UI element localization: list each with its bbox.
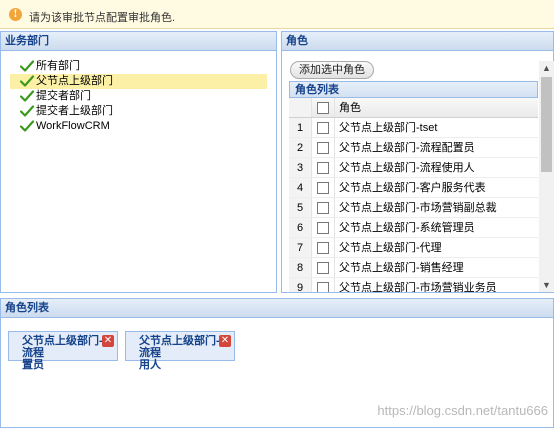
role-grid-title: 角色列表 bbox=[289, 81, 538, 98]
row-checkbox[interactable] bbox=[312, 158, 335, 177]
row-number: 2 bbox=[289, 138, 312, 157]
role-name: 父节点上级部门-流程使用人 bbox=[339, 162, 475, 174]
role-name: 父节点上级部门-市场营销副总裁 bbox=[339, 202, 497, 214]
table-row[interactable]: 5 父节点上级部门-市场营销副总裁 bbox=[289, 198, 538, 218]
row-number: 9 bbox=[289, 278, 312, 292]
table-row[interactable]: 1 父节点上级部门-tset bbox=[289, 118, 538, 138]
role-name: 父节点上级部门-销售经理 bbox=[339, 262, 464, 274]
table-row[interactable]: 9 父节点上级部门-市场营销业务员 bbox=[289, 278, 538, 292]
role-name: 父节点上级部门-代理 bbox=[339, 242, 442, 254]
row-number: 1 bbox=[289, 118, 312, 137]
role-name: 父节点上级部门-tset bbox=[339, 122, 438, 134]
table-row[interactable]: 8 父节点上级部门-销售经理 bbox=[289, 258, 538, 278]
role-grid-scrollbar[interactable]: ▲ ▼ bbox=[539, 61, 554, 292]
close-icon[interactable]: ✕ bbox=[219, 335, 231, 347]
row-checkbox[interactable] bbox=[312, 258, 335, 277]
table-row[interactable]: 3 父节点上级部门-流程使用人 bbox=[289, 158, 538, 178]
row-checkbox[interactable] bbox=[312, 178, 335, 197]
table-row[interactable]: 2 父节点上级部门-流程配置员 bbox=[289, 138, 538, 158]
select-all-checkbox[interactable] bbox=[312, 98, 335, 117]
tree-node-label: 提交者上级部门 bbox=[36, 105, 113, 117]
tip-message: 请为该审批节点配置审批角色. bbox=[29, 12, 176, 24]
tree-node[interactable]: 提交者上级部门 bbox=[20, 104, 267, 119]
tree-node-label: 所有部门 bbox=[36, 60, 80, 72]
role-chip-label: 父节点上级部门-流程 bbox=[22, 335, 103, 359]
tree-node[interactable]: 父节点上级部门 bbox=[10, 74, 267, 89]
role-grid-body: 1 父节点上级部门-tset 2 父节点上级部门-流程配置员 3 父节点上级部门-流程使用… bbox=[289, 118, 538, 292]
department-panel-title: 业务部门 bbox=[1, 32, 276, 51]
role-list-panel-title: 角色列表 bbox=[1, 299, 553, 318]
scroll-down-icon[interactable]: ▼ bbox=[539, 278, 554, 292]
role-chip-label: 置员 bbox=[22, 359, 44, 371]
row-number: 7 bbox=[289, 238, 312, 257]
info-icon: ! bbox=[9, 8, 22, 21]
role-name: 父节点上级部门-客户服务代表 bbox=[339, 182, 486, 194]
role-name: 父节点上级部门-流程配置员 bbox=[339, 142, 475, 154]
row-checkbox[interactable] bbox=[312, 138, 335, 157]
role-panel-title: 角色 bbox=[282, 32, 553, 51]
tip-bar: ! 请为该审批节点配置审批角色. bbox=[0, 0, 554, 29]
checkmark-icon bbox=[20, 105, 34, 117]
role-chip: 父节点上级部门-流程 置员 ✕ bbox=[8, 331, 118, 371]
department-tree: 所有部门父节点上级部门 提交者部门提交者上级部门 WorkFlowCRM bbox=[10, 59, 267, 134]
role-grid-header: 角色 bbox=[289, 98, 538, 118]
role-name: 父节点上级部门-系统管理员 bbox=[339, 222, 475, 234]
add-selected-roles-button[interactable]: 添加选中角色 bbox=[290, 61, 374, 79]
row-number: 5 bbox=[289, 198, 312, 217]
tree-node[interactable]: WorkFlowCRM bbox=[20, 119, 267, 134]
checkmark-icon bbox=[20, 90, 34, 102]
role-grid: 角色列表 角色 1 父节点上级部门-tset 2 父节点上级部门-流程配置员 3 父节点上… bbox=[289, 81, 538, 292]
row-number: 4 bbox=[289, 178, 312, 197]
role-chip-label: 用人 bbox=[139, 359, 161, 371]
table-row[interactable]: 4 父节点上级部门-客户服务代表 bbox=[289, 178, 538, 198]
row-checkbox[interactable] bbox=[312, 238, 335, 257]
close-icon[interactable]: ✕ bbox=[102, 335, 114, 347]
scroll-up-icon[interactable]: ▲ bbox=[539, 61, 554, 75]
checkmark-icon bbox=[20, 60, 34, 72]
row-checkbox[interactable] bbox=[312, 118, 335, 137]
row-checkbox[interactable] bbox=[312, 218, 335, 237]
checkmark-icon bbox=[20, 120, 34, 132]
table-row[interactable]: 6 父节点上级部门-系统管理员 bbox=[289, 218, 538, 238]
row-checkbox[interactable] bbox=[312, 278, 335, 292]
row-number-header bbox=[289, 98, 312, 117]
watermark: https://blog.csdn.net/tantu666 bbox=[377, 403, 548, 418]
table-row[interactable]: 7 父节点上级部门-代理 bbox=[289, 238, 538, 258]
role-panel: 角色 添加选中角色 角色列表 角色 1 父节点上级部门-tset 2 父节点上级部门-… bbox=[281, 31, 554, 293]
row-number: 6 bbox=[289, 218, 312, 237]
role-name: 父节点上级部门-市场营销业务员 bbox=[339, 282, 497, 292]
tree-node[interactable]: 所有部门 bbox=[20, 59, 267, 74]
role-column-header: 角色 bbox=[339, 102, 361, 114]
scrollbar-thumb[interactable] bbox=[541, 77, 552, 172]
role-chip: 父节点上级部门-流程 用人 ✕ bbox=[125, 331, 235, 371]
department-panel: 业务部门 所有部门父节点上级部门 提交者部门提交者上级部门 WorkFlowCRM bbox=[0, 31, 277, 293]
row-checkbox[interactable] bbox=[312, 198, 335, 217]
tree-node-label: 父节点上级部门 bbox=[36, 75, 113, 87]
row-number: 3 bbox=[289, 158, 312, 177]
checkmark-icon bbox=[20, 75, 34, 87]
tree-node[interactable]: 提交者部门 bbox=[20, 89, 267, 104]
tree-node-label: 提交者部门 bbox=[36, 90, 91, 102]
row-number: 8 bbox=[289, 258, 312, 277]
tree-node-label: WorkFlowCRM bbox=[36, 120, 110, 132]
role-chip-label: 父节点上级部门-流程 bbox=[139, 335, 220, 359]
